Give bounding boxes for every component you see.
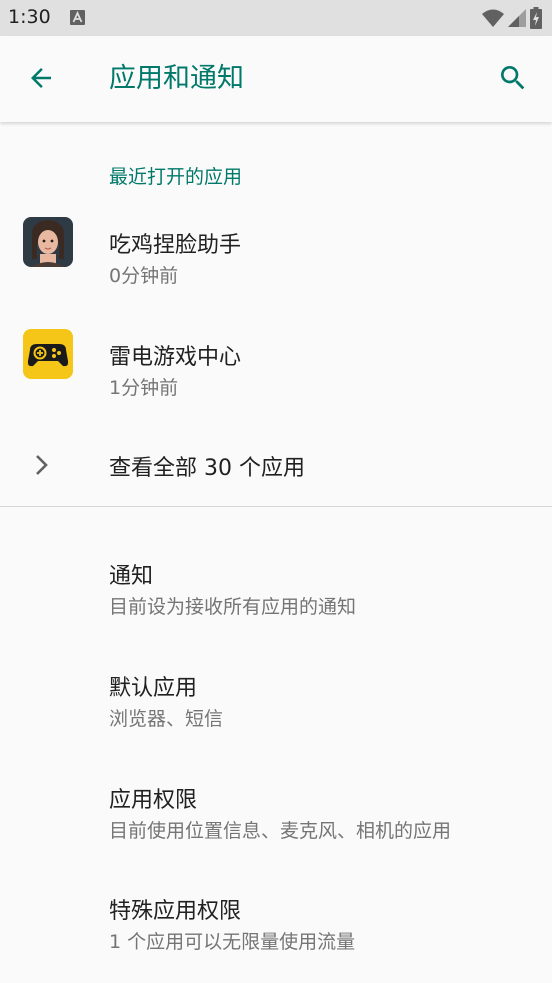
app-last-used: 0分钟前 <box>109 265 179 287</box>
status-time: 1:30 <box>8 6 51 28</box>
battery-charging-icon <box>530 7 542 33</box>
recent-app-item[interactable]: 吃鸡捏脸助手 0分钟前 <box>0 187 552 297</box>
signal-icon <box>508 8 526 32</box>
divider <box>0 506 552 507</box>
gamepad-icon <box>23 329 73 379</box>
chevron-right-icon <box>32 452 52 482</box>
see-all-apps-button[interactable]: 查看全部 30 个应用 <box>0 410 552 520</box>
see-all-apps-label: 查看全部 30 个应用 <box>109 456 305 481</box>
search-icon <box>497 62 529 98</box>
a-notification-icon <box>70 10 85 29</box>
setting-item-special-access[interactable]: 特殊应用权限 1 个应用可以无限量使用流量 <box>0 873 552 983</box>
setting-title: 特殊应用权限 <box>109 899 242 924</box>
search-button[interactable] <box>494 61 532 99</box>
setting-summary: 目前设为接收所有应用的通知 <box>109 596 357 618</box>
setting-summary: 1 个应用可以无限量使用流量 <box>109 931 356 953</box>
status-icons <box>482 7 542 33</box>
arrow-back-icon <box>26 63 56 97</box>
app-name: 雷电游戏中心 <box>109 345 242 370</box>
back-button[interactable] <box>22 61 60 99</box>
setting-item-app-permissions[interactable]: 应用权限 目前使用位置信息、麦克风、相机的应用 <box>0 762 552 872</box>
setting-summary: 目前使用位置信息、麦克风、相机的应用 <box>109 820 452 842</box>
status-bar: 1:30 <box>0 0 552 36</box>
app-bar: 应用和通知 <box>0 36 552 122</box>
app-last-used: 1分钟前 <box>109 377 179 399</box>
app-name: 吃鸡捏脸助手 <box>109 233 242 258</box>
recent-apps-header: 最近打开的应用 <box>109 166 243 188</box>
page-title: 应用和通知 <box>109 63 244 94</box>
avatar-face-icon <box>23 217 73 267</box>
setting-summary: 浏览器、短信 <box>109 708 224 730</box>
setting-item-notifications[interactable]: 通知 目前设为接收所有应用的通知 <box>0 538 552 648</box>
recent-app-item[interactable]: 雷电游戏中心 1分钟前 <box>0 299 552 409</box>
setting-title: 应用权限 <box>109 788 198 813</box>
setting-title: 默认应用 <box>109 676 198 701</box>
setting-title: 通知 <box>109 564 154 589</box>
setting-item-default-apps[interactable]: 默认应用 浏览器、短信 <box>0 650 552 760</box>
wifi-icon <box>482 8 504 32</box>
